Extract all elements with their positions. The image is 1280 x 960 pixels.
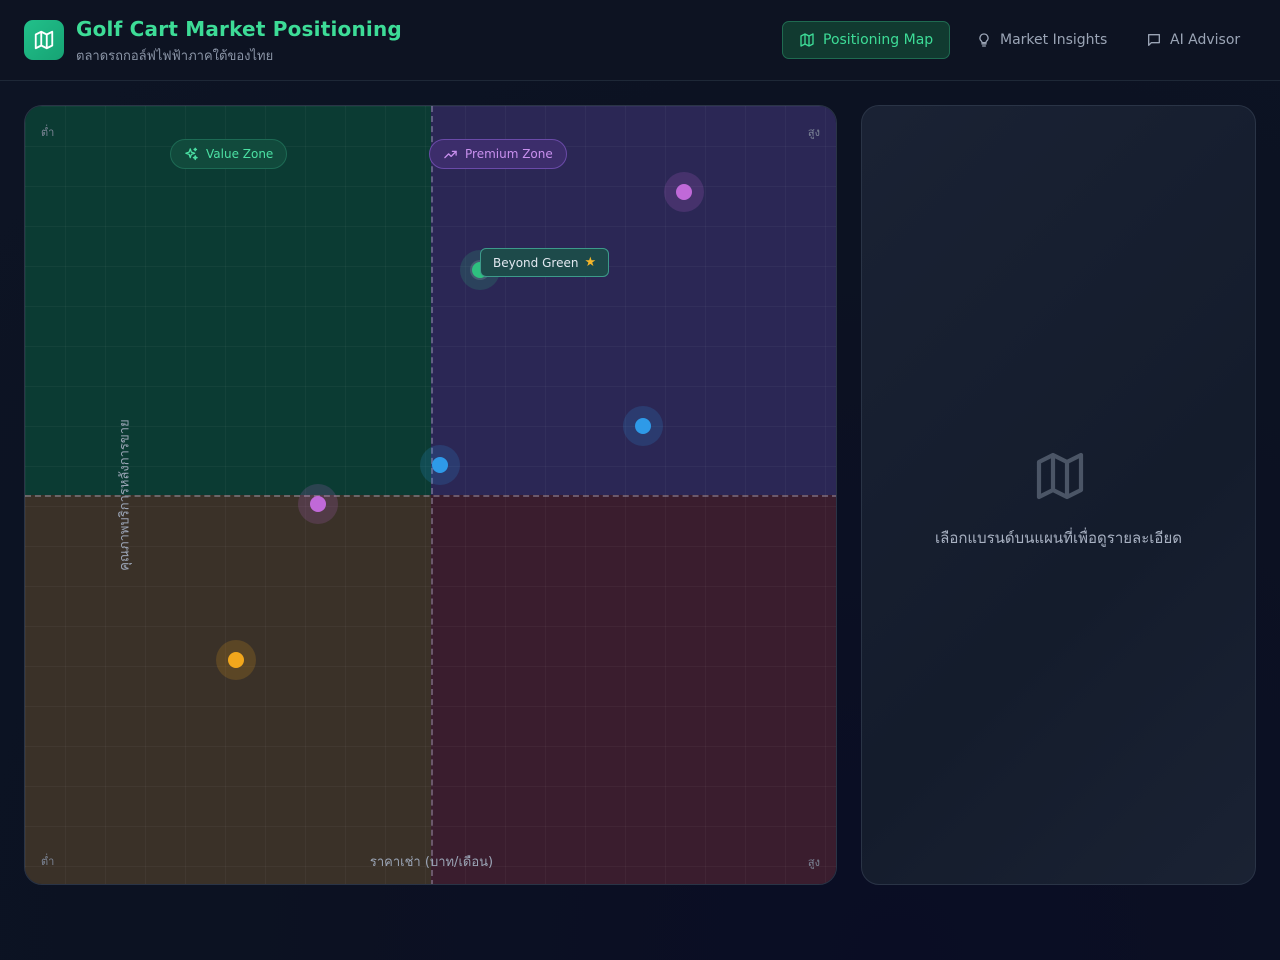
highlighted-brand-tag[interactable]: Beyond Green ★ <box>480 248 610 277</box>
brand-point[interactable] <box>622 405 663 446</box>
corner-label-top-left: ต่ำ <box>41 126 55 139</box>
horizontal-divider <box>25 495 836 497</box>
lightbulb-icon <box>979 33 989 47</box>
tab-positioning-map[interactable]: Positioning Map <box>782 21 951 59</box>
positioning-map[interactable]: ต่ำ สูง ต่ำ สูง Value Zone Premium Zone … <box>24 105 837 885</box>
sparkles-icon <box>185 147 198 160</box>
brand-name: Beyond Green <box>493 255 579 270</box>
chat-bubble-icon <box>1148 34 1160 46</box>
map-icon <box>800 33 814 47</box>
brand-point[interactable] <box>663 171 704 212</box>
corner-label-top-right: สูง <box>807 126 820 139</box>
brand-detail-panel: เลือกแบรนด์บนแผนที่เพื่อดูรายละเอียด <box>861 105 1256 885</box>
map-icon <box>1036 452 1084 500</box>
tab-label: Market Insights <box>1000 32 1108 48</box>
app-header: Golf Cart Market Positioning ตลาดรถกอล์ฟ… <box>0 0 1280 81</box>
x-axis-label: ราคาเช่า (บาท/เดือน) <box>369 855 494 870</box>
tab-market-insights[interactable]: Market Insights <box>960 21 1123 59</box>
app-logo <box>24 20 64 60</box>
tab-label: AI Advisor <box>1170 32 1241 48</box>
map-icon <box>34 30 54 50</box>
star-icon: ★ <box>584 255 597 270</box>
value-zone-badge: Value Zone <box>170 139 288 169</box>
detail-empty-hint: เลือกแบรนด์บนแผนที่เพื่อดูรายละเอียด <box>935 529 1182 547</box>
y-axis-label: คุณภาพบริการหลังการขาย <box>117 419 133 571</box>
tab-ai-advisor[interactable]: AI Advisor <box>1130 21 1256 59</box>
premium-zone-badge: Premium Zone <box>429 139 567 169</box>
trending-up-icon <box>444 150 457 158</box>
brand-point[interactable] <box>297 483 338 524</box>
value-zone-label: Value Zone <box>206 147 274 161</box>
tab-label: Positioning Map <box>823 32 934 48</box>
brand-point[interactable] <box>216 639 257 680</box>
app-subtitle: ตลาดรถกอล์ฟไฟฟ้าภาคใต้ของไทย <box>76 49 274 64</box>
premium-zone-label: Premium Zone <box>465 147 553 161</box>
brand-point[interactable] <box>419 444 460 485</box>
app-title: Golf Cart Market Positioning <box>76 17 402 41</box>
